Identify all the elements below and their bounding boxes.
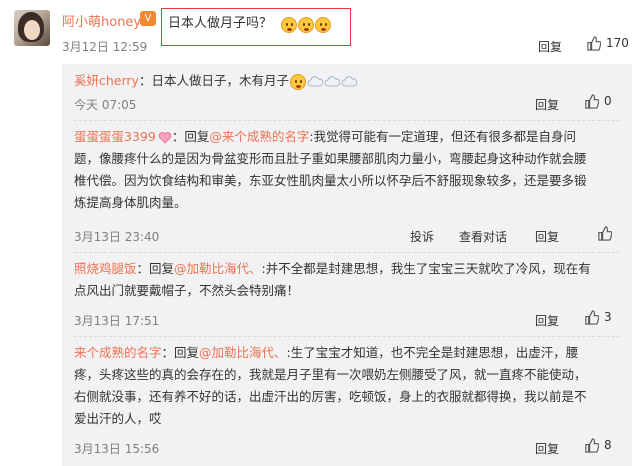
cloud-icon [341, 76, 357, 87]
divider [74, 336, 620, 337]
like-button[interactable]: 8 [584, 438, 612, 453]
main-comment: 阿小萌honey V 日本人做月子吗？ 3月12日 12:59 回复 170 [0, 0, 640, 62]
vip-badge-icon: V [140, 11, 156, 26]
reply-button[interactable]: 回复 [535, 440, 559, 457]
reply-line: 来个成熟的名字：回复@加勒比海代、:生了宝宝才知道，也不完全是封建思想，出虚汗，… [74, 342, 624, 364]
reply-username[interactable]: 来个成熟的名字 [74, 345, 162, 360]
thumbs-up-icon [585, 94, 599, 109]
reply-text: :并不全都是封建思想，我生了宝宝三天就吹了冷风，现在有 [261, 261, 591, 276]
reply-content: 蛋蛋蛋蛋3399 ：回复@来个成熟的名字:我觉得可能有一定道理，但还有很多都是自身… [74, 126, 624, 214]
laughing-face-icon [289, 73, 306, 90]
like-button[interactable]: 0 [584, 94, 612, 109]
laughing-face-icon [315, 16, 331, 33]
reply-text: :我觉得可能有一定道理，但还有很多都是自身问 [309, 129, 577, 144]
reply-prefix: ：回复 [136, 261, 175, 276]
reply-text: :生了宝宝才知道，也不完全是封建思想，出虚汗，腰 [286, 345, 579, 360]
reply-timestamp: 3月13日 23:40 [74, 230, 160, 244]
reply-line: 题，像腰疼什么的是因为骨盆变形而且肚子重如果腰部肌肉力量小，弯腰起身这种动作就会… [74, 151, 587, 166]
main-comment-text: 日本人做月子吗？ [168, 16, 273, 31]
report-button[interactable]: 投诉 [410, 228, 434, 245]
reply-username[interactable]: 奚妍cherry [74, 73, 139, 88]
replies-panel: 奚妍cherry：日本人做日子，木有月子 今天 07:05 回复 0 蛋蛋蛋蛋3… [62, 64, 632, 466]
reply-content: 奚妍cherry：日本人做日子，木有月子 [74, 70, 624, 92]
reply-prefix: ：回复 [161, 345, 200, 360]
reply-line: 炼提高身体肌肉量。 [74, 195, 187, 210]
divider [74, 120, 620, 121]
emoji-group [280, 14, 331, 33]
like-button[interactable] [597, 226, 617, 241]
reply-content: 来个成熟的名字：回复@加勒比海代、:生了宝宝才知道，也不完全是封建思想，出虚汗，… [74, 342, 624, 430]
avatar[interactable] [14, 10, 50, 46]
reply-username[interactable]: 照烧鸡腿饭 [74, 261, 137, 276]
mention-link[interactable]: @来个成熟的名字 [209, 129, 309, 144]
reply-line: 疼，头疼这些的真的会存在的，我就是月子里有一次喂奶左侧腰受了风，就一直疼不能使动… [74, 367, 587, 382]
thumbs-up-icon [585, 310, 599, 325]
reply-timestamp: 3月13日 15:56 [74, 442, 160, 456]
mention-link[interactable]: @加勒比海代、 [174, 261, 262, 276]
thumbs-up-icon [598, 226, 612, 241]
mention-link[interactable]: @加勒比海代、 [199, 345, 287, 360]
thumbs-up-icon [587, 36, 601, 51]
laughing-face-icon [298, 16, 314, 33]
like-count: 170 [606, 36, 629, 50]
laughing-face-icon [281, 16, 297, 33]
reply-line: 照烧鸡腿饭：回复@加勒比海代、:并不全都是封建思想，我生了宝宝三天就吹了冷风，现… [74, 258, 624, 280]
avatar-face [24, 20, 40, 40]
like-button[interactable]: 170 [586, 36, 629, 51]
reply-button[interactable]: 回复 [535, 312, 559, 329]
reply-button[interactable]: 回复 [538, 38, 562, 55]
like-count: 3 [604, 310, 612, 324]
view-dialog-button[interactable]: 查看对话 [459, 228, 507, 245]
cloud-icon [307, 76, 323, 87]
reply-line: 爱出汗的人，哎 [74, 411, 162, 426]
reply-text: 日本人做日子，木有月子 [151, 73, 289, 88]
heart-badge-icon [158, 131, 172, 144]
main-timestamp: 3月12日 12:59 [62, 40, 148, 54]
main-username[interactable]: 阿小萌honey [62, 11, 141, 30]
like-count: 8 [604, 438, 612, 452]
like-button[interactable]: 3 [584, 310, 612, 325]
reply-timestamp: 今天 07:05 [74, 98, 137, 112]
cloud-icon [324, 76, 340, 87]
reply-line: 椎代偿。因为饮食结构和审美，东亚女性肌肉量太小所以怀孕后不舒服现象较多，还是要多… [74, 173, 587, 188]
thumbs-up-icon [585, 438, 599, 453]
like-count: 0 [604, 94, 612, 108]
divider [74, 252, 620, 253]
reply-line: 点风出门就要戴帽子，不然头会特别痛！ [74, 283, 300, 298]
reply-username[interactable]: 蛋蛋蛋蛋3399 [74, 129, 156, 144]
reply-line: 蛋蛋蛋蛋3399 ：回复@来个成熟的名字:我觉得可能有一定道理，但还有很多都是自身… [74, 126, 624, 148]
reply-prefix: ：回复 [171, 129, 210, 144]
reply-separator: ： [138, 73, 152, 88]
reply-content: 照烧鸡腿饭：回复@加勒比海代、:并不全都是封建思想，我生了宝宝三天就吹了冷风，现… [74, 258, 624, 302]
reply-button[interactable]: 回复 [535, 96, 559, 113]
reply-button[interactable]: 回复 [535, 228, 559, 245]
reply-timestamp: 3月13日 17:51 [74, 314, 160, 328]
reply-line: 右侧就没事，还有养不好的话，出虚汗出的厉害，吃顿饭，身上的衣服就都得换，我以前是… [74, 389, 587, 404]
